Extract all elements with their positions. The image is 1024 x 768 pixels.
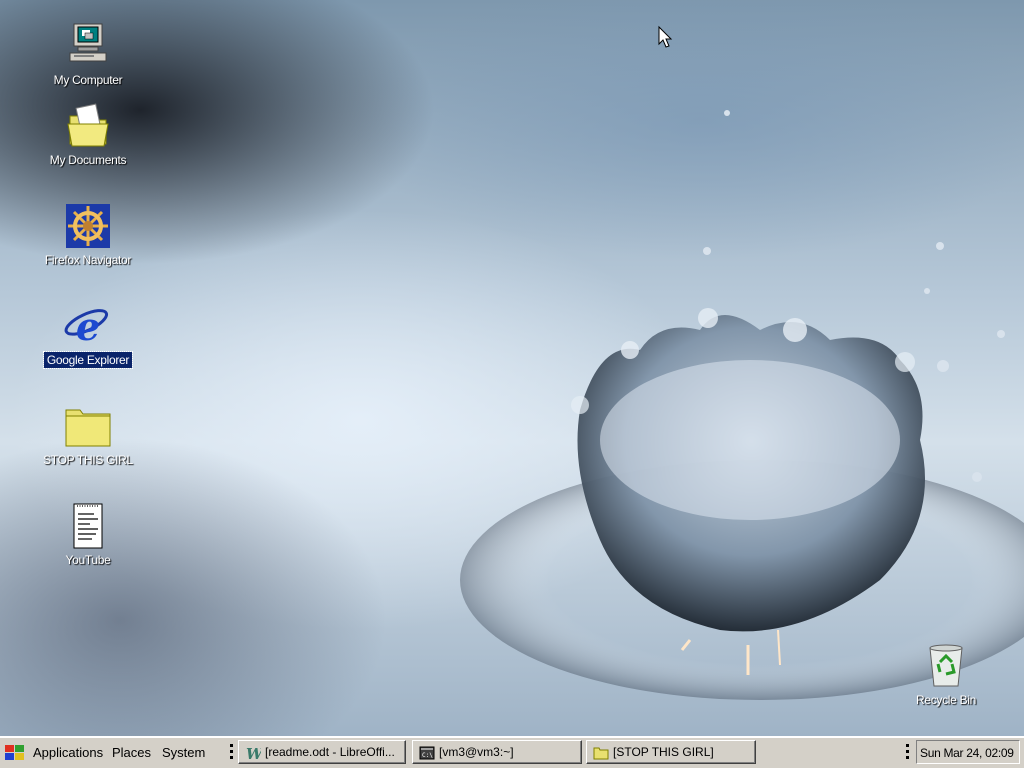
desktop-icon-label: Google Explorer xyxy=(42,351,134,369)
task-label: [readme.odt - LibreOffi... xyxy=(265,745,395,759)
desktop-icon-google-explorer[interactable]: e Google Explorer xyxy=(38,302,138,369)
desktop-icon-label: Firefox Navigator xyxy=(44,253,132,267)
taskbar-handle[interactable] xyxy=(906,744,909,762)
desktop-icon-label: YouTube xyxy=(65,553,111,567)
desktop-icon-label: STOP THIS GIRL xyxy=(43,453,133,467)
svg-text:C:\: C:\ xyxy=(422,752,433,759)
mouse-pointer-icon xyxy=(658,25,673,48)
wallpaper-splash xyxy=(460,25,1024,700)
terminal-icon: C:\ xyxy=(419,746,435,760)
desktop-icon-recycle-bin[interactable]: Recycle Bin xyxy=(896,642,996,708)
writer-icon: W xyxy=(246,745,261,761)
task-button-folder[interactable]: [STOP THIS GIRL] xyxy=(586,740,756,764)
taskbar-handle[interactable] xyxy=(230,744,233,762)
desktop[interactable]: My Computer My Documents Firefox Navigat… xyxy=(0,0,1024,736)
ship-wheel-icon xyxy=(66,204,110,248)
gnome-foot-icon[interactable] xyxy=(4,744,26,762)
computer-icon xyxy=(69,23,107,62)
desktop-icon-my-documents[interactable]: My Documents xyxy=(38,102,138,168)
svg-text:e: e xyxy=(76,304,100,349)
menu-places[interactable]: Places xyxy=(112,745,151,760)
documents-folder-icon xyxy=(67,103,109,147)
desktop-icon-stop-this-girl[interactable]: STOP THIS GIRL xyxy=(38,402,138,468)
text-document-icon xyxy=(73,503,103,549)
task-label: [STOP THIS GIRL] xyxy=(613,745,714,759)
task-label: [vm3@vm3:~] xyxy=(439,745,514,759)
internet-explorer-icon: e xyxy=(64,304,109,349)
task-button-libreoffice[interactable]: W [readme.odt - LibreOffi... xyxy=(238,740,406,764)
menu-system[interactable]: System xyxy=(162,745,205,760)
desktop-icon-youtube[interactable]: YouTube xyxy=(38,502,138,568)
desktop-icon-label: My Documents xyxy=(49,153,127,167)
desktop-icon-my-computer[interactable]: My Computer xyxy=(38,22,138,88)
desktop-icon-firefox-navigator[interactable]: Firefox Navigator xyxy=(38,202,138,268)
folder-icon xyxy=(65,409,111,447)
desktop-icon-label: Recycle Bin xyxy=(915,693,977,707)
desktop-icon-label: My Computer xyxy=(53,73,123,87)
folder-icon xyxy=(593,747,609,760)
recycle-bin-icon xyxy=(929,644,963,687)
taskbar: Applications Places System W [readme.odt… xyxy=(0,736,1024,768)
task-button-terminal[interactable]: C:\ [vm3@vm3:~] xyxy=(412,740,582,764)
clock[interactable]: Sun Mar 24, 02:09 xyxy=(916,740,1020,764)
menu-applications[interactable]: Applications xyxy=(33,745,103,760)
svg-text:W: W xyxy=(246,745,261,761)
